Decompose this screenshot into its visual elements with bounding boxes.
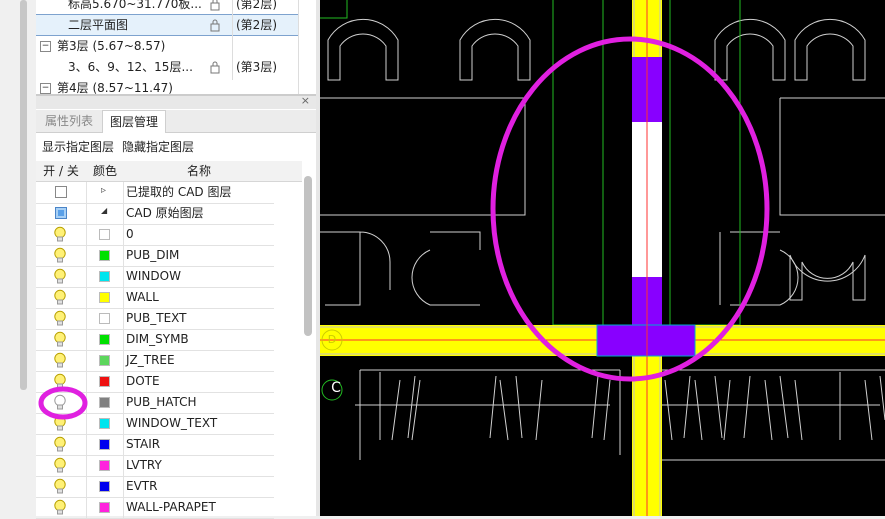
layer-color-swatch[interactable] bbox=[99, 355, 110, 366]
side-panel: 标高5.670~31.770板... (第2层) 二层平面图 (第2层) − 第3… bbox=[36, 0, 316, 519]
layer-color-swatch[interactable] bbox=[99, 229, 110, 240]
layer-name: WALL-PARAPET bbox=[126, 500, 216, 514]
lock-icon[interactable] bbox=[208, 60, 222, 74]
lightbulb-icon[interactable] bbox=[52, 352, 68, 369]
layer-color-swatch[interactable] bbox=[99, 250, 110, 261]
layer-name: PUB_TEXT bbox=[126, 311, 187, 325]
tree-row-label: 3、6、9、12、15层... bbox=[68, 60, 193, 74]
lightbulb-icon[interactable] bbox=[52, 478, 68, 495]
layer-name: PUB_DIM bbox=[126, 248, 180, 262]
layer-row[interactable]: 0 bbox=[36, 224, 274, 246]
layer-group-label: 已提取的 CAD 图层 bbox=[126, 185, 232, 199]
layer-color-swatch[interactable] bbox=[99, 397, 110, 408]
tree-row-second-floor-plan[interactable]: 二层平面图 (第2层) bbox=[36, 14, 299, 36]
collapse-icon[interactable]: − bbox=[40, 83, 51, 94]
left-collapsed-strip bbox=[0, 0, 37, 516]
layer-color-swatch[interactable] bbox=[99, 460, 110, 471]
lightbulb-icon[interactable] bbox=[52, 310, 68, 327]
layer-name: WINDOW bbox=[126, 269, 181, 283]
floor-tree: 标高5.670~31.770板... (第2层) 二层平面图 (第2层) − 第3… bbox=[36, 0, 316, 96]
layer-color-swatch[interactable] bbox=[99, 292, 110, 303]
layer-color-swatch[interactable] bbox=[99, 439, 110, 450]
lightbulb-icon[interactable] bbox=[52, 499, 68, 516]
tree-group-label: 第3层 (5.67~8.57) bbox=[57, 39, 166, 53]
hide-layer-button[interactable]: 隐藏指定图层 bbox=[122, 140, 194, 154]
layer-name: DIM_SYMB bbox=[126, 332, 189, 346]
tab-layer-management[interactable]: 图层管理 bbox=[102, 110, 167, 133]
lightbulb-icon[interactable] bbox=[52, 226, 68, 243]
layer-color-swatch[interactable] bbox=[99, 271, 110, 282]
highlight-circle bbox=[38, 386, 88, 420]
cad-drawing bbox=[320, 0, 885, 516]
layer-row[interactable]: PUB_TEXT bbox=[36, 308, 274, 330]
tab-properties[interactable]: 属性列表 bbox=[38, 110, 100, 132]
lightbulb-icon[interactable] bbox=[52, 457, 68, 474]
layer-row[interactable]: LVTRY bbox=[36, 455, 274, 477]
grid-header: 开 / 关 颜色 名称 bbox=[36, 161, 302, 182]
expand-icon[interactable]: ▹ bbox=[101, 185, 106, 196]
close-icon[interactable]: × bbox=[301, 94, 310, 107]
column-header-toggle[interactable]: 开 / 关 bbox=[36, 161, 86, 181]
lightbulb-icon[interactable] bbox=[52, 331, 68, 348]
tree-column-divider bbox=[232, 0, 233, 80]
lightbulb-icon[interactable] bbox=[52, 289, 68, 306]
cad-viewport[interactable]: C D bbox=[320, 0, 885, 516]
layer-color-swatch[interactable] bbox=[99, 313, 110, 324]
tree-row-floor: (第2层) bbox=[236, 0, 277, 11]
tree-column-divider bbox=[298, 0, 299, 96]
layer-color-swatch[interactable] bbox=[99, 502, 110, 513]
layer-row[interactable]: DIM_SYMB bbox=[36, 329, 274, 351]
layer-vertical-scrollbar[interactable] bbox=[304, 176, 312, 336]
layer-name: WALL bbox=[126, 290, 159, 304]
lock-icon[interactable] bbox=[208, 0, 222, 11]
tree-row-floor: (第2层) bbox=[236, 18, 277, 32]
layer-row[interactable]: PUB_DIM bbox=[36, 245, 274, 267]
layer-color-swatch[interactable] bbox=[99, 481, 110, 492]
tree-row-label: 标高5.670~31.770板... bbox=[68, 0, 202, 11]
layer-group-label: CAD 原始图层 bbox=[126, 206, 204, 220]
layer-name: EVTR bbox=[126, 479, 158, 493]
collapse-icon[interactable]: − bbox=[40, 41, 51, 52]
layer-color-swatch[interactable] bbox=[99, 418, 110, 429]
tree-row-level-range[interactable]: 标高5.670~31.770板... (第2层) bbox=[36, 0, 298, 14]
axis-label-c: C bbox=[331, 380, 341, 396]
tree-group-floor-3[interactable]: − 第3层 (5.67~8.57) bbox=[36, 36, 298, 56]
show-layer-button[interactable]: 显示指定图层 bbox=[42, 140, 114, 154]
panel-header: × bbox=[36, 94, 316, 109]
layer-toolbar: 显示指定图层 隐藏指定图层 bbox=[36, 134, 316, 160]
axis-label-d: D bbox=[327, 333, 337, 346]
layer-row[interactable]: EVTR bbox=[36, 476, 274, 498]
layer-group-row[interactable]: ◢ CAD 原始图层 bbox=[36, 203, 274, 225]
layer-color-swatch[interactable] bbox=[99, 376, 110, 387]
lightbulb-icon[interactable] bbox=[52, 268, 68, 285]
layer-row[interactable]: WALL bbox=[36, 287, 274, 309]
lock-icon[interactable] bbox=[208, 18, 222, 32]
layer-name: PUB_HATCH bbox=[126, 395, 197, 409]
tree-row-floor: (第3层) bbox=[236, 60, 277, 74]
lightbulb-icon[interactable] bbox=[52, 247, 68, 264]
layer-row[interactable]: JZ_TREE bbox=[36, 350, 274, 372]
column-header-name[interactable]: 名称 bbox=[124, 161, 274, 181]
layer-name: STAIR bbox=[126, 437, 161, 451]
group-checkbox[interactable] bbox=[55, 186, 67, 198]
left-scrollbar[interactable] bbox=[20, 0, 27, 390]
layer-name: 0 bbox=[126, 227, 134, 241]
collapse-icon[interactable]: ◢ bbox=[101, 206, 107, 215]
layer-name: LVTRY bbox=[126, 458, 162, 472]
layer-name: JZ_TREE bbox=[126, 353, 175, 367]
layer-group-row[interactable]: ▹ 已提取的 CAD 图层 bbox=[36, 182, 274, 204]
tree-row-floor-3-plan[interactable]: 3、6、9、12、15层... (第3层) bbox=[36, 57, 298, 77]
layer-row[interactable]: WINDOW bbox=[36, 266, 274, 288]
layer-row[interactable]: STAIR bbox=[36, 434, 274, 456]
lightbulb-icon[interactable] bbox=[52, 436, 68, 453]
layer-color-swatch[interactable] bbox=[99, 334, 110, 345]
panel-tabs: 属性列表 图层管理 bbox=[36, 110, 316, 133]
tree-group-label: 第4层 (8.57~11.47) bbox=[57, 81, 173, 95]
group-checkbox[interactable] bbox=[55, 207, 67, 219]
layer-name: DOTE bbox=[126, 374, 160, 388]
column-header-color[interactable]: 颜色 bbox=[87, 161, 123, 181]
layer-name: WINDOW_TEXT bbox=[126, 416, 218, 430]
tree-row-label: 二层平面图 bbox=[68, 18, 129, 32]
